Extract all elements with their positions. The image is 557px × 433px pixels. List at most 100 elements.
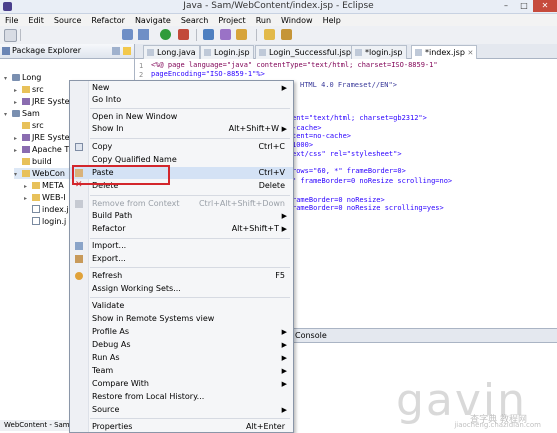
- twisty-icon[interactable]: ▸: [14, 97, 22, 108]
- menu-help[interactable]: Help: [318, 16, 346, 25]
- menu-item-debug-as[interactable]: Debug As ▶: [70, 339, 293, 351]
- package-explorer-tab[interactable]: Package Explorer: [0, 44, 134, 59]
- twisty-icon[interactable]: ▸: [14, 145, 22, 156]
- search-icon[interactable]: [236, 29, 247, 40]
- line-number: 1: [139, 62, 144, 70]
- toolbar: [0, 26, 557, 45]
- code-line[interactable]: HTML 4.0 Frameset//EN">: [300, 81, 397, 90]
- tree-item-meta[interactable]: ▸ META: [24, 180, 64, 191]
- external-tools-icon[interactable]: [178, 29, 189, 40]
- pin-icon[interactable]: [281, 29, 292, 40]
- menu-item-refresh[interactable]: Refresh F5: [70, 270, 293, 282]
- menu-window[interactable]: Window: [276, 16, 318, 25]
- tree-item-label: META: [42, 181, 64, 190]
- code-line[interactable]: 1000>: [292, 141, 313, 150]
- tree-item-index-jsp[interactable]: index.j: [24, 204, 69, 215]
- menu-bar: File Edit Source Refactor Navigate Searc…: [0, 14, 557, 26]
- maximize-button[interactable]: □: [515, 0, 533, 12]
- menu-item-open-new-window[interactable]: Open in New Window: [70, 111, 293, 123]
- collapse-all-icon[interactable]: [112, 47, 120, 55]
- tree-item-long[interactable]: ▾ Long: [4, 72, 41, 83]
- twisty-icon[interactable]: ▾: [4, 73, 12, 84]
- menu-item-assign-working-sets[interactable]: Assign Working Sets...: [70, 283, 293, 295]
- menu-item-go-into[interactable]: Go Into: [70, 94, 293, 106]
- menu-item-show-in[interactable]: Show In Alt+Shift+W ▶: [70, 123, 293, 135]
- code-line[interactable]: " frameBorder=0 noResize scrolling=no>: [292, 177, 452, 186]
- menu-item-copy[interactable]: Copy Ctrl+C: [70, 141, 293, 153]
- menu-item-new[interactable]: New ▶: [70, 82, 293, 94]
- twisty-icon[interactable]: ▸: [24, 193, 32, 204]
- status-text: WebContent - Sam: [4, 421, 70, 429]
- menu-item-run-as[interactable]: Run As ▶: [70, 352, 293, 364]
- menu-item-label: Show In: [92, 124, 124, 133]
- tab-label: *index.jsp: [425, 48, 465, 57]
- debug-icon[interactable]: [122, 29, 133, 40]
- menu-item-properties[interactable]: Properties Alt+Enter: [70, 421, 293, 431]
- tree-item-jre[interactable]: ▸ JRE Syste: [14, 96, 70, 107]
- debug-dropdown-icon[interactable]: [138, 29, 149, 40]
- library-icon: [22, 98, 30, 105]
- menu-file[interactable]: File: [0, 16, 23, 25]
- submenu-arrow-icon: ▶: [281, 225, 287, 233]
- twisty-icon[interactable]: ▸: [14, 85, 22, 96]
- menu-edit[interactable]: Edit: [23, 16, 49, 25]
- tree-item-webcontent[interactable]: ▾ WebCon: [14, 168, 70, 179]
- menu-item-compare-with[interactable]: Compare With ▶: [70, 378, 293, 390]
- console-tab[interactable]: Console: [290, 329, 557, 343]
- menu-item-build-path[interactable]: Build Path ▶: [70, 210, 293, 222]
- close-tab-icon[interactable]: ✕: [467, 49, 473, 57]
- tab-login-jsp[interactable]: Login.jsp: [200, 45, 254, 59]
- menu-project[interactable]: Project: [213, 16, 250, 25]
- link-editor-icon[interactable]: [123, 47, 131, 55]
- menu-navigate[interactable]: Navigate: [130, 16, 176, 25]
- menu-item-validate[interactable]: Validate: [70, 300, 293, 312]
- menu-run[interactable]: Run: [251, 16, 276, 25]
- tree-item-src[interactable]: ▸ src: [14, 84, 44, 95]
- menu-item-label: Show in Remote Systems view: [92, 314, 215, 323]
- menu-source[interactable]: Source: [49, 16, 86, 25]
- code-line[interactable]: ext/css" rel="stylesheet">: [292, 150, 402, 159]
- code-line[interactable]: ent="text/html; charset=gb2312">: [292, 114, 427, 123]
- code-line[interactable]: rows="60, *" frameBorder=0>: [292, 167, 406, 176]
- menu-item-restore-local-history[interactable]: Restore from Local History...: [70, 391, 293, 403]
- tree-item-sam[interactable]: ▾ Sam: [4, 108, 40, 119]
- tree-item-apache[interactable]: ▸ Apache T: [14, 144, 69, 155]
- code-line[interactable]: pageEncoding="ISO-8859-1"%>: [151, 70, 265, 79]
- tree-item-login-jsp[interactable]: login.j: [24, 216, 66, 227]
- menu-refactor[interactable]: Refactor: [86, 16, 130, 25]
- new-icon[interactable]: [4, 29, 17, 42]
- close-button[interactable]: ✕: [533, 0, 557, 12]
- tree-item-label: index.j: [42, 205, 69, 214]
- twisty-icon[interactable]: ▾: [4, 109, 12, 120]
- menu-item-profile-as[interactable]: Profile As ▶: [70, 326, 293, 338]
- open-resource-icon[interactable]: [220, 29, 231, 40]
- tree-item-build[interactable]: build: [14, 156, 52, 167]
- menu-item-source[interactable]: Source ▶: [70, 404, 293, 416]
- menu-item-show-remote-systems[interactable]: Show in Remote Systems view: [70, 313, 293, 325]
- tab-login-jsp-dirty[interactable]: *login.jsp: [351, 45, 407, 59]
- menu-item-team[interactable]: Team ▶: [70, 365, 293, 377]
- minimize-button[interactable]: –: [497, 0, 515, 12]
- menu-item-label: Source: [92, 405, 120, 414]
- tree-item-src[interactable]: src: [14, 120, 44, 131]
- tree-item-web-inf[interactable]: ▸ WEB-I: [24, 192, 66, 203]
- tab-long-java[interactable]: Long.java: [143, 45, 200, 59]
- tree-item-jre[interactable]: ▸ JRE Syste: [14, 132, 70, 143]
- open-type-icon[interactable]: [203, 29, 214, 40]
- menu-item-import[interactable]: Import...: [70, 240, 293, 252]
- code-line[interactable]: rameBorder=0 noResize scrolling=yes>: [292, 204, 444, 213]
- twisty-icon[interactable]: ▸: [24, 181, 32, 192]
- twisty-icon[interactable]: ▾: [14, 169, 22, 180]
- menu-item-export[interactable]: Export...: [70, 253, 293, 265]
- annotation-icon[interactable]: [264, 29, 275, 40]
- menu-search[interactable]: Search: [176, 16, 213, 25]
- tab-login-successful-jsp[interactable]: Login_Successful.jsp: [255, 45, 355, 59]
- code-line[interactable]: <%@ page language="java" contentType="te…: [151, 61, 438, 70]
- tab-index-jsp[interactable]: *index.jsp ✕: [411, 45, 478, 59]
- run-icon[interactable]: [160, 29, 171, 40]
- tab-label: Long.java: [157, 48, 196, 57]
- twisty-icon[interactable]: ▸: [14, 133, 22, 144]
- refresh-icon: [75, 272, 83, 280]
- code-line[interactable]: tent=no-cache>: [292, 132, 351, 141]
- menu-item-refactor[interactable]: Refactor Alt+Shift+T ▶: [70, 223, 293, 235]
